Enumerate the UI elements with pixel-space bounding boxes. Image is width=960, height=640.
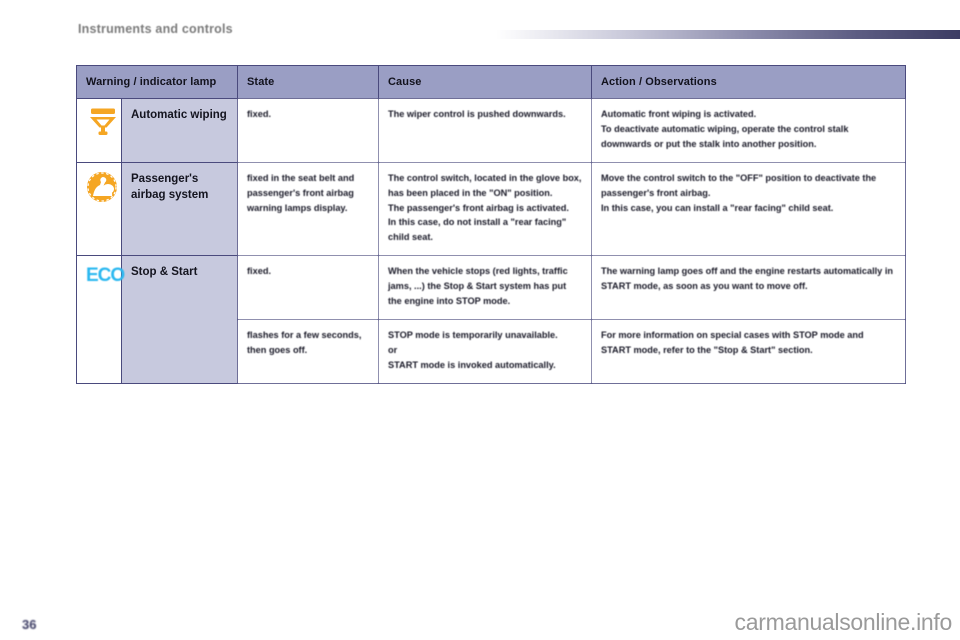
table-row: Passenger's airbag system fixed in the s… — [77, 162, 906, 256]
cause-line: STOP mode is temporarily unavailable. — [388, 328, 582, 343]
action-line: For more information on special cases wi… — [601, 328, 896, 358]
warning-lamp-table-wrapper: Warning / indicator lamp State Cause Act… — [76, 65, 905, 384]
state-line: fixed in the seat belt and passenger's f… — [247, 171, 369, 216]
state-line: fixed. — [247, 107, 369, 122]
cause-line: START mode is invoked automatically. — [388, 358, 582, 373]
cause-line: The wiper control is pushed downwards. — [388, 107, 582, 122]
action-cell-row-2: Move the control switch to the "OFF" pos… — [592, 162, 906, 256]
cause-line: The control switch, located in the glove… — [388, 171, 582, 201]
lamp-name-automatic-wiping: Automatic wiping — [122, 99, 238, 163]
cause-line: In this case, do not install a "rear fac… — [388, 215, 582, 245]
state-cell-row-1: fixed. — [238, 99, 379, 163]
cause-cell-row-4: STOP mode is temporarily unavailable. or… — [379, 319, 592, 383]
state-cell-row-2: fixed in the seat belt and passenger's f… — [238, 162, 379, 256]
table-row: Automatic wiping fixed. The wiper contro… — [77, 99, 906, 163]
state-line: flashes for a few seconds, then goes off… — [247, 328, 369, 358]
lamp-name-stop-start: Stop & Start — [122, 256, 238, 383]
icon-cell-passenger-airbag — [77, 162, 122, 256]
table-header: Warning / indicator lamp State Cause Act… — [77, 66, 906, 99]
cause-line: When the vehicle stops (red lights, traf… — [388, 264, 582, 309]
cause-line: or — [388, 343, 582, 358]
state-cell-row-3: fixed. — [238, 256, 379, 320]
action-line: The warning lamp goes off and the engine… — [601, 264, 896, 294]
action-cell-row-4: For more information on special cases wi… — [592, 319, 906, 383]
column-header-cause: Cause — [379, 66, 592, 99]
cause-line: The passenger's front airbag is activate… — [388, 201, 582, 216]
action-line: Automatic front wiping is activated. — [601, 107, 896, 122]
table-header-row: Warning / indicator lamp State Cause Act… — [77, 66, 906, 99]
action-line: In this case, you can install a "rear fa… — [601, 201, 896, 216]
column-header-state: State — [238, 66, 379, 99]
icon-cell-automatic-wiping — [77, 99, 122, 163]
table-body: Automatic wiping fixed. The wiper contro… — [77, 99, 906, 384]
eco-logo-icon: ECO — [86, 264, 124, 285]
lamp-name-passenger-airbag: Passenger's airbag system — [122, 162, 238, 256]
column-header-warning-lamp: Warning / indicator lamp — [77, 66, 238, 99]
cause-cell-row-2: The control switch, located in the glove… — [379, 162, 592, 256]
warning-lamp-table: Warning / indicator lamp State Cause Act… — [76, 65, 906, 384]
column-header-action: Action / Observations — [592, 66, 906, 99]
icon-cell-stop-start: ECO — [77, 256, 122, 383]
action-line: To deactivate automatic wiping, operate … — [601, 122, 896, 152]
manual-page: Instruments and controls Warning / indic… — [0, 0, 960, 640]
action-cell-row-1: Automatic front wiping is activated. To … — [592, 99, 906, 163]
action-line: Move the control switch to the "OFF" pos… — [601, 171, 896, 201]
windscreen-wiper-icon — [86, 107, 120, 137]
header-gradient-bar — [496, 30, 960, 39]
table-row: ECO Stop & Start fixed. When the vehicle… — [77, 256, 906, 320]
passenger-airbag-icon — [86, 171, 120, 201]
cause-cell-row-1: The wiper control is pushed downwards. — [379, 99, 592, 163]
page-number: 36 — [22, 617, 36, 632]
page-section-title: Instruments and controls — [78, 22, 233, 36]
state-line: fixed. — [247, 264, 369, 279]
site-watermark: carmanualsonline.info — [735, 609, 952, 636]
cause-cell-row-3: When the vehicle stops (red lights, traf… — [379, 256, 592, 320]
state-cell-row-4: flashes for a few seconds, then goes off… — [238, 319, 379, 383]
action-cell-row-3: The warning lamp goes off and the engine… — [592, 256, 906, 320]
